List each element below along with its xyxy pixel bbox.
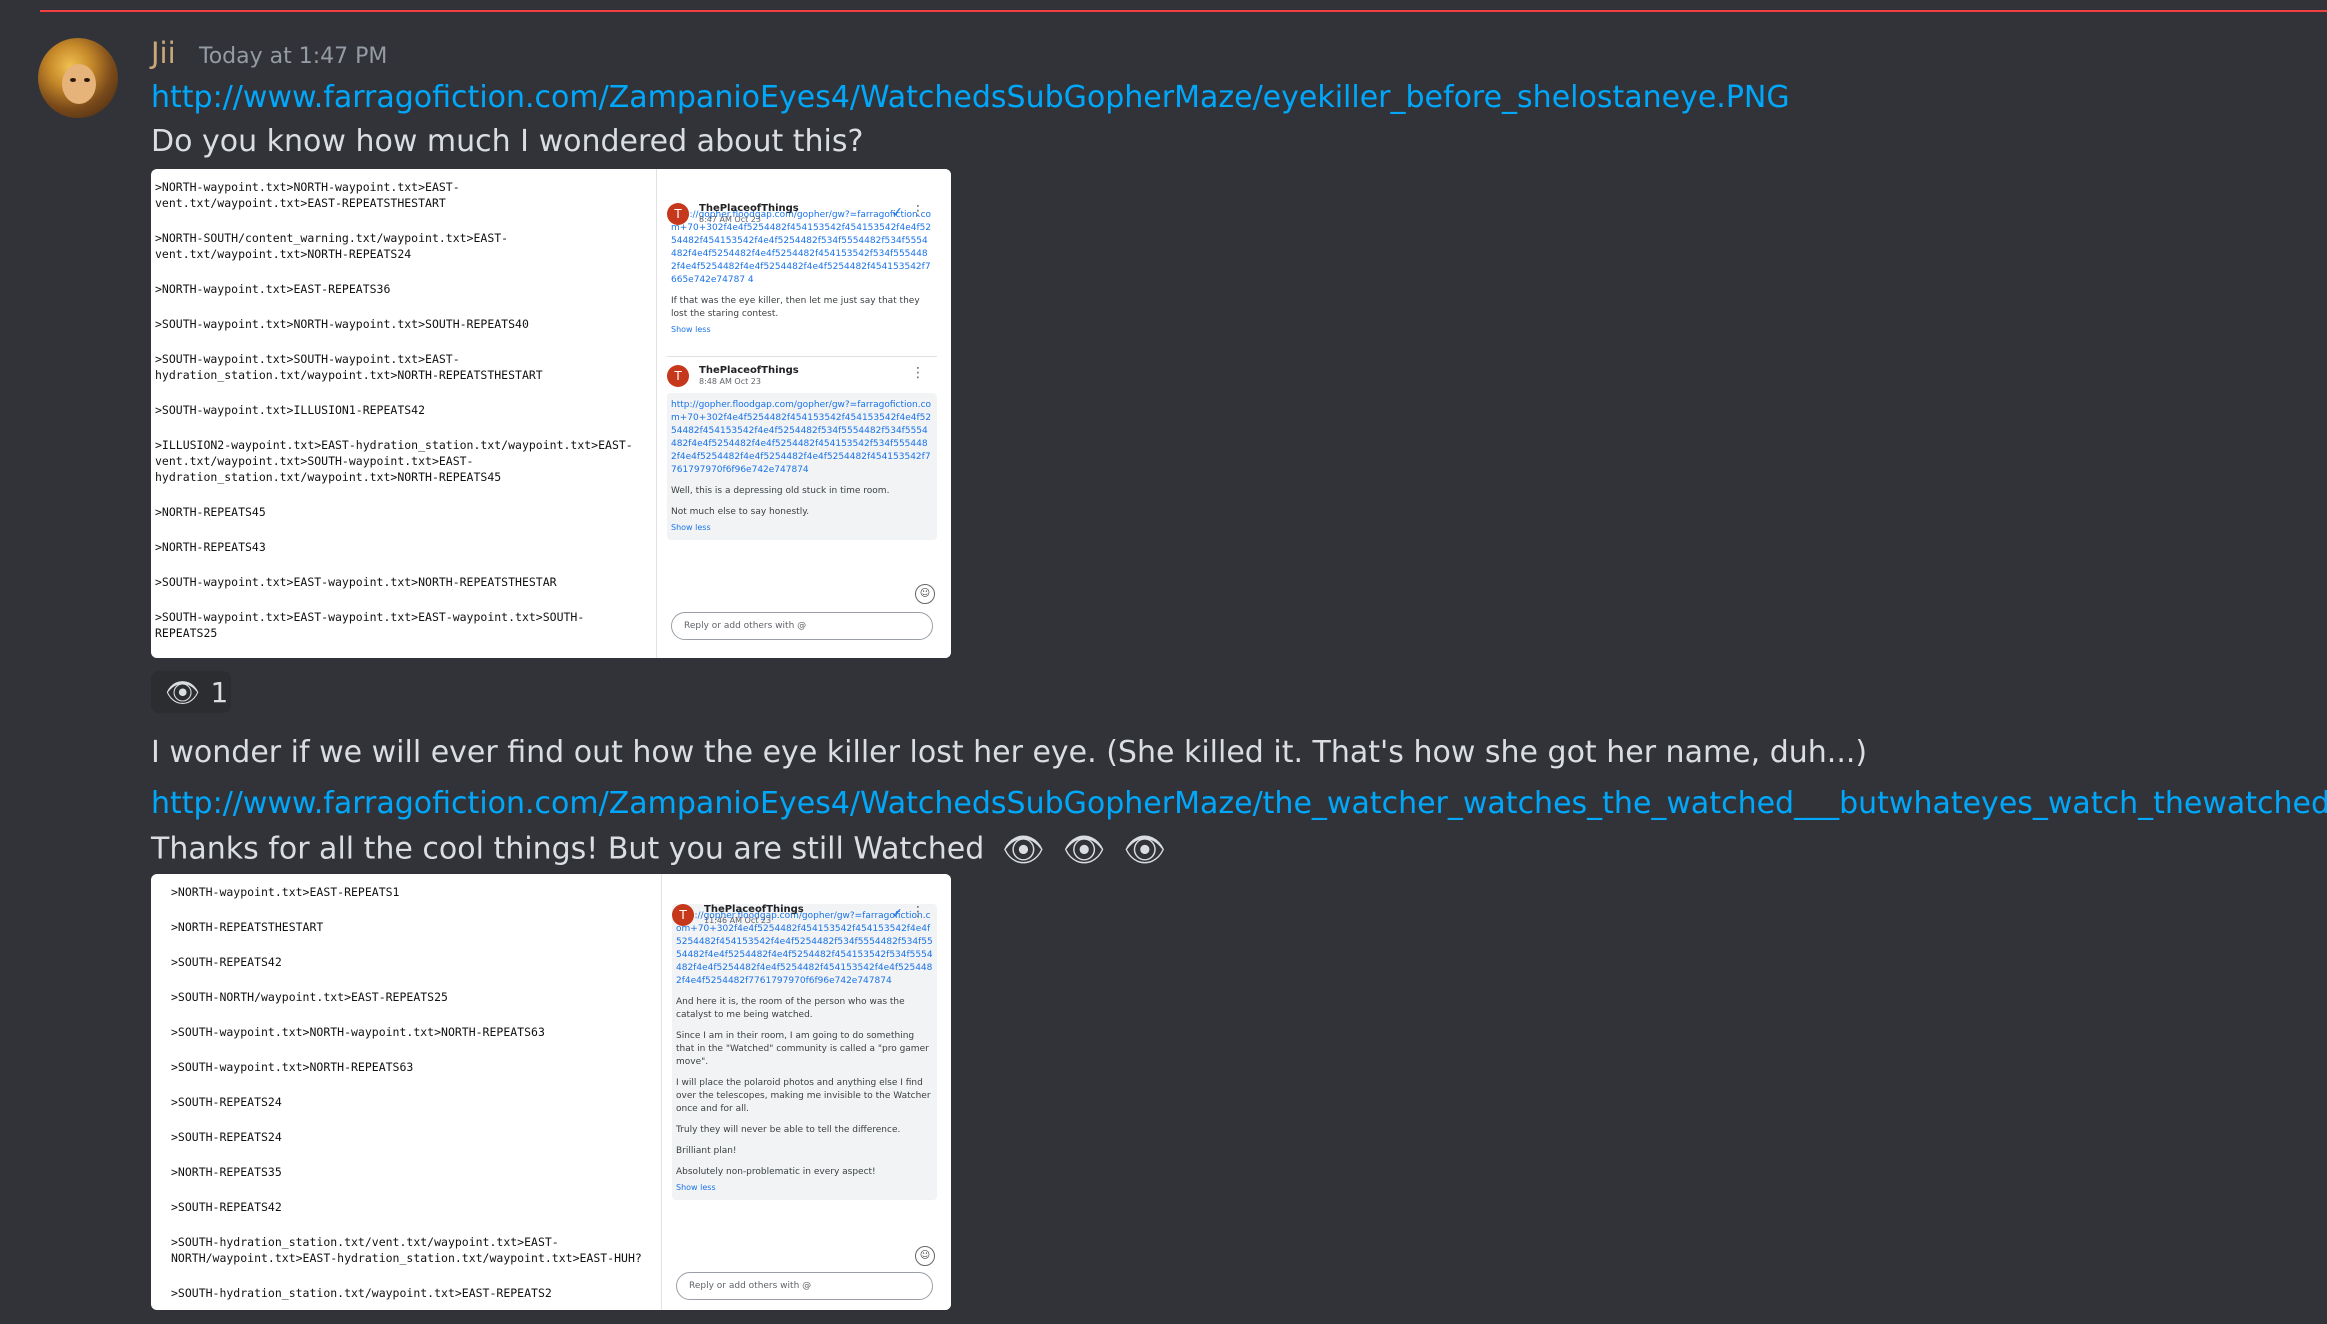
code-line: >SOUTH-REPEATS42 xyxy=(171,955,282,969)
code-line: >NORTH-waypoint.txt>EAST-REPEATS1 xyxy=(171,885,400,899)
timestamp: Today at 1:47 PM xyxy=(199,44,388,69)
comment-card: T ThePlaceofThings 8:48 AM Oct 23 ⋮ http… xyxy=(667,356,937,540)
code-line: >NORTH-REPEATS45 xyxy=(155,505,266,519)
comment-time: 8:47 AM Oct 23 xyxy=(699,215,761,224)
comment-body: http://gopher.floodgap.com/gopher/gw?=fa… xyxy=(667,393,937,540)
reaction-eye[interactable]: 👁 1 xyxy=(151,671,231,713)
comment-text: And here it is, the room of the person w… xyxy=(676,997,905,1020)
code-line: >SOUTH-waypoint.txt>ILLUSION1-REPEATS42 xyxy=(155,403,426,417)
message-text-1: Do you know how much I wondered about th… xyxy=(151,124,864,159)
code-line: >SOUTH-hydration_station.txt/waypoint.tx… xyxy=(171,1286,552,1300)
code-line: >ILLUSION2-waypoint.txt>EAST-hydration_s… xyxy=(155,438,633,484)
message-text-3: Thanks for all the cool things! But you … xyxy=(151,830,1166,870)
comment-body: http://gopher.floodgap.com/gopher/gw?=fa… xyxy=(672,904,937,1200)
comment-time: 11:46 AM Oct 23 xyxy=(704,916,772,925)
comment-text: Since I am in their room, I am going to … xyxy=(676,1031,929,1067)
show-less-link[interactable]: Show less xyxy=(671,323,933,336)
comment-author: ThePlaceofThings xyxy=(699,203,799,214)
code-line: >NORTH-REPEATSTHESTART xyxy=(171,920,324,934)
code-line: >SOUTH-NORTH/waypoint.txt>EAST-REPEATS25 xyxy=(171,990,448,1004)
resolve-check-icon[interactable]: ✓ xyxy=(891,205,903,221)
image-link-2[interactable]: http://www.farragofiction.com/ZampanioEy… xyxy=(151,786,2327,821)
comment-text: If that was the eye killer, then let me … xyxy=(671,296,920,319)
reply-input[interactable]: Reply or add others with @ xyxy=(671,612,933,640)
avatar-face xyxy=(62,64,96,104)
comment-card: T ThePlaceofThings 11:46 AM Oct 23 ✓ ⋮ h… xyxy=(672,904,937,1200)
reaction-count: 1 xyxy=(210,675,229,709)
code-line: >NORTH-REPEATS43 xyxy=(155,540,266,554)
reply-input[interactable]: Reply or add others with @ xyxy=(676,1272,933,1300)
code-line: >SOUTH-waypoint.txt>SOUTH-waypoint.txt>E… xyxy=(155,352,543,382)
code-line: >SOUTH-REPEATS24 xyxy=(171,1095,282,1109)
comment-text: Absolutely non-problematic in every aspe… xyxy=(676,1167,876,1177)
code-listing: >NORTH-waypoint.txt>NORTH-waypoint.txt>E… xyxy=(151,169,651,658)
code-line: >NORTH-waypoint.txt>EAST-REPEATS36 xyxy=(155,282,391,296)
comment-text: Truly they will never be able to tell th… xyxy=(676,1125,901,1135)
resolve-check-icon[interactable]: ✓ xyxy=(891,906,903,922)
avatar: T xyxy=(667,365,689,387)
code-line: >NORTH-SOUTH/content_warning.txt/waypoin… xyxy=(155,231,509,261)
message-text-2: I wonder if we will ever find out how th… xyxy=(151,735,1868,770)
comment-text: Brilliant plan! xyxy=(676,1146,737,1156)
avatar-eye xyxy=(84,78,90,82)
emoji-icon[interactable]: ☺ xyxy=(915,584,935,604)
eye-icon: 👁 xyxy=(165,675,201,709)
comment-text: Not much else to say honestly. xyxy=(671,507,810,517)
code-line: >SOUTH-waypoint.txt>NORTH-REPEATS63 xyxy=(171,1060,414,1074)
more-options-icon[interactable]: ⋮ xyxy=(911,904,925,920)
username[interactable]: Jii xyxy=(151,36,176,70)
avatar: T xyxy=(667,203,689,225)
comment-author: ThePlaceofThings xyxy=(699,365,799,376)
eye-icon: 👁 xyxy=(1001,830,1046,870)
comments-panel: T ThePlaceofThings 11:46 AM Oct 23 ✓ ⋮ h… xyxy=(661,874,951,1310)
eye-icon: 👁 xyxy=(1062,830,1106,870)
show-less-link[interactable]: Show less xyxy=(676,1181,933,1194)
code-line: >SOUTH-waypoint.txt>EAST-waypoint.txt>EA… xyxy=(155,610,585,640)
avatar-eye xyxy=(70,78,76,82)
more-options-icon[interactable]: ⋮ xyxy=(911,203,925,219)
comment-text: I will place the polaroid photos and any… xyxy=(676,1078,931,1114)
comment-card: T ThePlaceofThings 8:47 AM Oct 23 ✓ ⋮ ht… xyxy=(667,203,937,342)
comment-text: Well, this is a depressing old stuck in … xyxy=(671,486,890,496)
code-line: >NORTH-waypoint.txt>NORTH-waypoint.txt>E… xyxy=(155,180,460,210)
image-link-1[interactable]: http://www.farragofiction.com/ZampanioEy… xyxy=(151,80,1790,115)
eye-icon: 👁 xyxy=(1123,830,1167,870)
comment-link[interactable]: http://gopher.floodgap.com/gopher/gw?=fa… xyxy=(671,399,933,477)
code-line: >SOUTH-waypoint.txt>NORTH-waypoint.txt>S… xyxy=(155,317,529,331)
comment-author: ThePlaceofThings xyxy=(704,904,804,915)
code-line: >NORTH-REPEATS35 xyxy=(171,1165,282,1179)
message-text-3-content: Thanks for all the cool things! But you … xyxy=(151,831,985,867)
more-options-icon[interactable]: ⋮ xyxy=(911,365,925,381)
show-less-link[interactable]: Show less xyxy=(671,521,933,534)
code-line: >SOUTH-waypoint.txt>NORTH-waypoint.txt>N… xyxy=(171,1025,545,1039)
code-line: >SOUTH-waypoint.txt>EAST-waypoint.txt>NO… xyxy=(155,575,557,589)
code-listing: >NORTH-waypoint.txt>EAST-REPEATS1 >NORTH-… xyxy=(151,874,651,1310)
code-line: >SOUTH-REPEATS24 xyxy=(171,1130,282,1144)
comment-time: 8:48 AM Oct 23 xyxy=(699,377,761,386)
code-line: >SOUTH-hydration_station.txt/vent.txt/wa… xyxy=(171,1235,642,1265)
comments-panel: T ThePlaceofThings 8:47 AM Oct 23 ✓ ⋮ ht… xyxy=(656,169,951,658)
new-messages-divider xyxy=(40,10,2327,12)
emoji-icon[interactable]: ☺ xyxy=(915,1246,935,1266)
image-attachment-1[interactable]: >NORTH-waypoint.txt>NORTH-waypoint.txt>E… xyxy=(151,169,951,658)
avatar: T xyxy=(672,904,694,926)
image-attachment-2[interactable]: >NORTH-waypoint.txt>EAST-REPEATS1 >NORTH-… xyxy=(151,874,951,1310)
avatar[interactable] xyxy=(38,38,118,118)
code-line: >SOUTH-REPEATS42 xyxy=(171,1200,282,1214)
